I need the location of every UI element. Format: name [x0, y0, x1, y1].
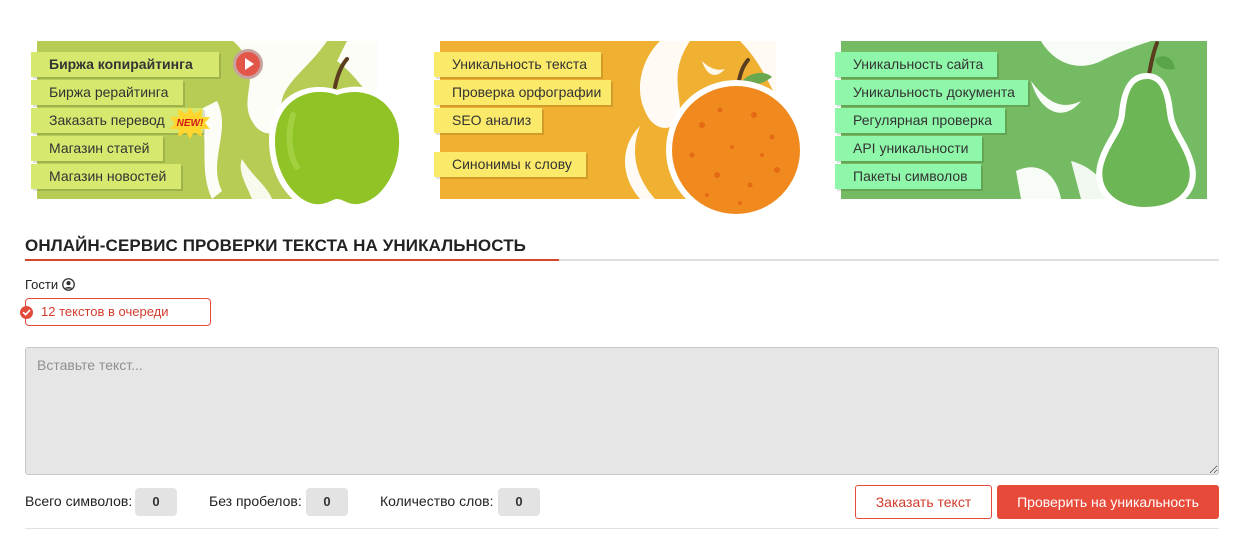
user-label: Гости — [25, 277, 59, 292]
pear-icon — [1096, 41, 1196, 213]
check-circle-icon — [20, 306, 33, 319]
banner-copywriting: Биржа копирайтинга Биржа рерайтинга Зака… — [31, 41, 406, 211]
new-badge-label: NEW! — [176, 117, 204, 129]
orange-fruit-icon — [666, 58, 806, 217]
menu-item-seo-analysis[interactable]: SEO анализ — [434, 108, 542, 133]
menu-item-copywriting-exchange[interactable]: Биржа копирайтинга — [31, 52, 219, 77]
menu-item-spell-check[interactable]: Проверка орфографии — [434, 80, 611, 105]
menu-item-news-shop[interactable]: Магазин новостей — [31, 164, 181, 189]
page-title: ОНЛАЙН-СЕРВИС ПРОВЕРКИ ТЕКСТА НА УНИКАЛЬ… — [25, 236, 526, 255]
queue-status-text: 12 текстов в очереди — [41, 304, 169, 319]
queue-status-badge[interactable]: 12 текстов в очереди — [20, 298, 211, 326]
menu-item-character-packages[interactable]: Пакеты символов — [835, 164, 981, 189]
no-spaces-label: Без пробелов: — [209, 493, 302, 509]
menu-item-regular-check[interactable]: Регулярная проверка — [835, 108, 1005, 133]
play-video-button[interactable] — [233, 49, 263, 79]
menu-item-document-uniqueness[interactable]: Уникальность документа — [835, 80, 1028, 105]
menu-item-rewriting-exchange[interactable]: Биржа рерайтинга — [31, 80, 183, 105]
menu-item-article-shop[interactable]: Магазин статей — [31, 136, 163, 161]
check-uniqueness-button[interactable]: Проверить на уникальность — [997, 485, 1219, 519]
menu-item-text-uniqueness[interactable]: Уникальность текста — [434, 52, 601, 77]
user-status: Гости — [25, 277, 76, 292]
title-accent-underline — [25, 259, 559, 261]
user-circle-icon — [62, 278, 76, 291]
no-spaces-value: 0 — [306, 488, 348, 516]
word-count-label: Количество слов: — [380, 493, 494, 509]
menu-item-site-uniqueness[interactable]: Уникальность сайта — [835, 52, 997, 77]
order-text-button[interactable]: Заказать текст — [855, 485, 992, 519]
total-chars-value: 0 — [135, 488, 177, 516]
bottom-divider — [25, 528, 1219, 529]
banner-site-uniqueness: Уникальность сайта Уникальность документ… — [835, 41, 1207, 213]
menu-item-api-uniqueness[interactable]: API уникальности — [835, 136, 982, 161]
menu-item-synonyms[interactable]: Синонимы к слову — [434, 152, 586, 177]
new-badge: NEW! — [169, 107, 211, 139]
total-chars-label: Всего символов: — [25, 493, 133, 509]
text-input[interactable] — [25, 347, 1219, 475]
apple-icon — [269, 57, 406, 211]
word-count-value: 0 — [498, 488, 540, 516]
banner-text-check: Уникальность текста Проверка орфографии … — [434, 41, 806, 217]
